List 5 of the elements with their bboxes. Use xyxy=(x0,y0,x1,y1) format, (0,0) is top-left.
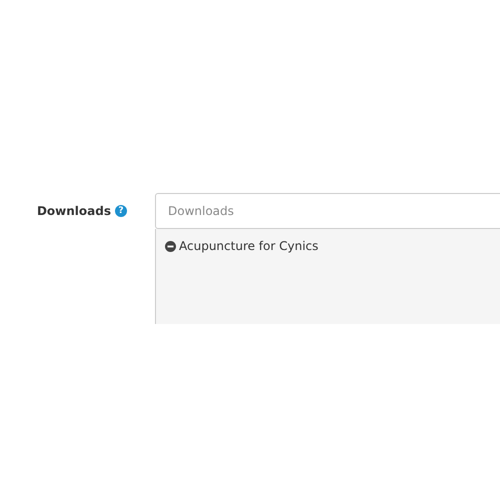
remove-icon[interactable] xyxy=(165,240,176,252)
field-label: Downloads xyxy=(36,204,111,218)
input-field[interactable]: Downloads xyxy=(155,193,500,229)
help-icon[interactable]: ? xyxy=(115,205,127,217)
list-item-text: Acupuncture for Cynics xyxy=(179,239,318,253)
